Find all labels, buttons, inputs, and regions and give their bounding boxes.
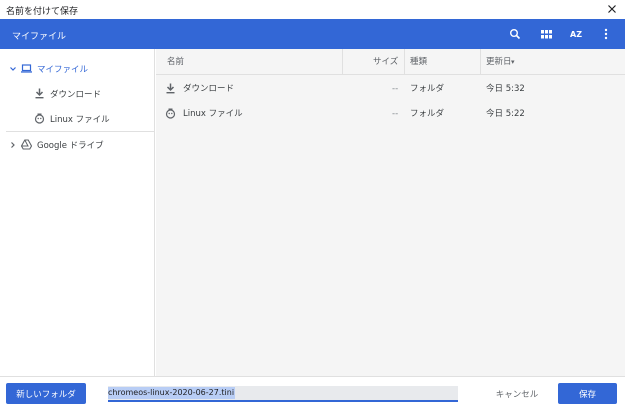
breadcrumb[interactable]: マイファイル [12,29,66,42]
title-bar: 名前を付けて保存 [0,0,625,19]
sidebar-item-label: マイファイル [37,65,89,75]
file-date: 今日 5:32 [486,84,525,94]
linux-icon [34,113,45,124]
download-icon [34,88,45,99]
file-size: -- [392,84,399,94]
file-type: フォルダ [410,109,445,119]
sort-arrow-icon: ▾ [511,58,515,66]
sidebar-item-label: Linux ファイル [50,115,110,125]
sidebar-item-label: Google ドライブ [37,141,104,151]
new-folder-button[interactable]: 新しいフォルダ [6,383,86,404]
column-header-name[interactable]: 名前 [167,49,184,75]
table-row[interactable]: ダウンロード -- フォルダ 今日 5:32 [156,76,625,102]
file-list: 名前 サイズ 種類 更新日 ▾ ダウンロード -- フォルダ 今日 5:32 L… [156,49,625,376]
sidebar-item-label: ダウンロード [50,90,102,100]
search-icon[interactable] [507,26,523,42]
download-icon [165,83,176,94]
sidebar-item-my-files[interactable]: マイファイル [0,57,154,81]
file-type: フォルダ [410,84,445,94]
cancel-button[interactable]: キャンセル [487,383,547,404]
column-header-type[interactable]: 種類 [410,49,427,75]
dialog-footer: 新しいフォルダ chromeos-linux-2020-06-27.tini キ… [0,376,625,410]
table-row[interactable]: Linux ファイル -- フォルダ 今日 5:22 [156,101,625,127]
save-button[interactable]: 保存 [558,383,617,404]
drive-icon [20,139,33,150]
sidebar-divider [6,131,154,132]
sidebar-item-linux-files[interactable]: Linux ファイル [0,107,154,131]
sidebar: マイファイル ダウンロード Linux ファイル Google ドライブ [0,49,155,376]
sidebar-item-downloads[interactable]: ダウンロード [0,82,154,106]
sidebar-item-google-drive[interactable]: Google ドライブ [0,133,154,157]
grid-view-icon[interactable] [538,26,554,42]
sort-az-icon[interactable]: AZ [568,26,584,42]
more-vert-icon[interactable] [598,26,614,42]
linux-icon [165,108,176,119]
file-name: Linux ファイル [183,109,243,119]
laptop-icon [21,63,32,74]
window-title: 名前を付けて保存 [6,7,79,17]
toolbar: マイファイル AZ [0,19,625,49]
column-divider[interactable] [480,49,481,75]
file-date: 今日 5:22 [486,109,525,119]
file-size: -- [392,109,399,119]
column-divider[interactable] [404,49,405,75]
close-icon[interactable] [605,2,619,16]
file-name: ダウンロード [183,84,235,94]
chevron-down-icon[interactable] [9,65,17,73]
filename-text: chromeos-linux-2020-06-27.tini [108,387,236,399]
chevron-right-icon[interactable] [9,141,17,149]
table-header: 名前 サイズ 種類 更新日 ▾ [156,49,625,75]
column-header-date[interactable]: 更新日 [486,49,512,75]
column-divider[interactable] [342,49,343,75]
column-header-size[interactable]: サイズ [373,49,398,75]
